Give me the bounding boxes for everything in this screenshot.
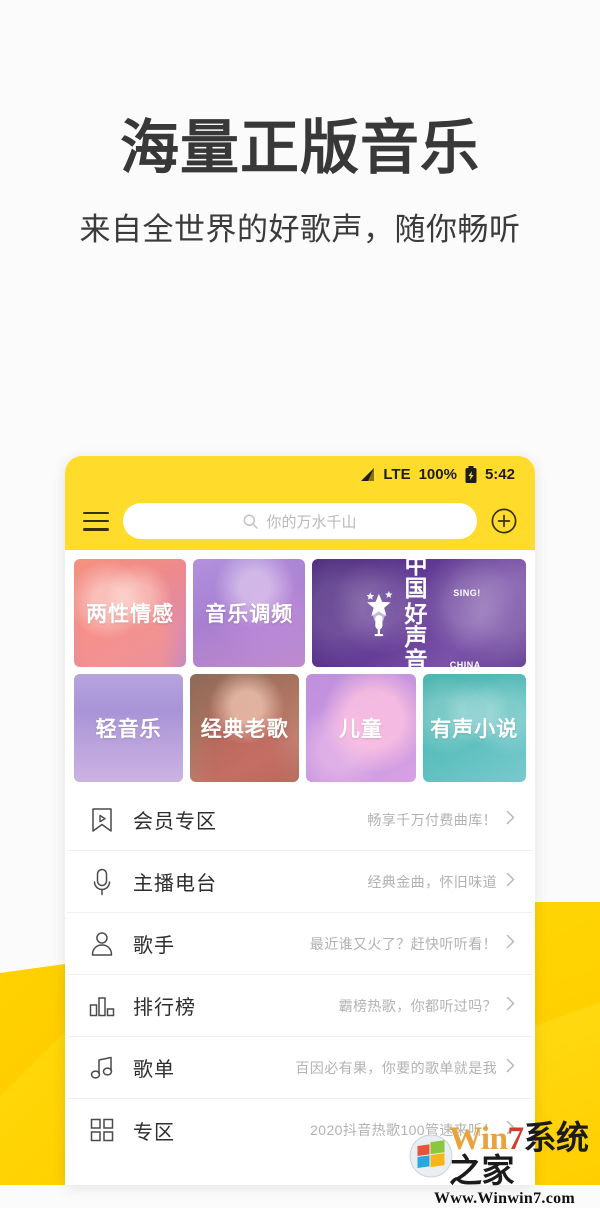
- list-item-desc: 最近谁又火了？赶快听听看！: [309, 935, 497, 952]
- music-note-icon: [87, 1053, 117, 1083]
- tile-label: 音乐调频: [205, 603, 294, 626]
- category-tile-audiobooks[interactable]: 有声小说: [422, 674, 526, 782]
- sing-logo-en-bottom: CHINA: [449, 660, 481, 668]
- bar-chart-icon: [87, 991, 117, 1021]
- category-tile-relationship[interactable]: 两性情感: [74, 559, 187, 667]
- clock-label: 5:42: [484, 465, 515, 483]
- decorative-shape-left: [0, 963, 72, 1185]
- sing-logo-en-top: SING!: [453, 588, 481, 598]
- list-item-label: 歌单: [133, 1059, 175, 1081]
- page-subtitle: 来自全世界的好歌声，随你畅听: [79, 212, 521, 248]
- hero-section: 海量正版音乐 来自全世界的好歌声，随你畅听: [0, 118, 600, 249]
- microphone-icon: [87, 867, 117, 897]
- list-item-desc: 经典金曲，怀旧味道: [367, 873, 497, 890]
- chevron-right-icon: [506, 1058, 515, 1078]
- watermark-brand-seven: 7: [507, 1121, 524, 1157]
- status-bar: LTE 100% 5:42: [65, 456, 535, 492]
- tile-label: 两性情感: [86, 603, 175, 626]
- list-item-label: 会员专区: [133, 811, 217, 833]
- category-tiles: 两性情感 音乐调频 中国 SING! 好声音 CHINA 轻音乐 经典老歌 儿童…: [65, 550, 535, 782]
- grid-icon: [87, 1115, 117, 1145]
- search-placeholder: 你的万水千山: [266, 513, 357, 531]
- list-item-charts[interactable]: 排行榜 霸榜热歌，你都听过吗？: [67, 975, 533, 1037]
- sing-china-logo-icon: 中国 SING! 好声音 CHINA: [358, 559, 481, 667]
- list-item-desc: 百因必有果，你要的歌单就是我: [295, 1059, 497, 1076]
- list-item-desc: 霸榜热歌，你都听过吗？: [338, 997, 497, 1014]
- watermark-url: Www.Winwin7.com: [433, 1190, 576, 1207]
- windows-logo-icon: [409, 1134, 453, 1178]
- sing-logo-cn-bottom: 好声音: [404, 601, 429, 668]
- list-item-singers[interactable]: 歌手 最近谁又火了？赶快听听看！: [67, 913, 533, 975]
- phone-mockup: LTE 100% 5:42 你的万水千山 两性情感 音乐调频 中国 SING! …: [65, 456, 535, 1185]
- nav-list: 会员专区 畅享千万付费曲库！ 主播电台 经典金曲，怀旧味道 歌手 最近谁又火了？…: [65, 789, 535, 1161]
- list-item-playlists[interactable]: 歌单 百因必有果，你要的歌单就是我: [67, 1037, 533, 1099]
- tile-label: 经典老歌: [200, 718, 289, 741]
- list-item-label: 歌手: [133, 935, 175, 957]
- list-item-label: 专区: [133, 1121, 175, 1144]
- bookmark-play-icon: [87, 805, 117, 835]
- chevron-right-icon: [506, 810, 515, 830]
- signal-bars-icon: [360, 467, 375, 481]
- battery-percent-label: 100%: [418, 465, 457, 483]
- category-tile-music-fm[interactable]: 音乐调频: [193, 559, 306, 667]
- chevron-right-icon: [506, 996, 515, 1016]
- chevron-right-icon: [506, 872, 515, 892]
- watermark-brand-win: Win: [449, 1121, 508, 1157]
- list-item-vip[interactable]: 会员专区 畅享千万付费曲库！: [67, 789, 533, 851]
- tile-label: 儿童: [338, 718, 383, 741]
- hamburger-menu-icon[interactable]: [83, 511, 109, 531]
- list-item-desc: 畅享千万付费曲库！: [367, 811, 497, 828]
- category-tile-light-music[interactable]: 轻音乐: [74, 674, 184, 782]
- search-input[interactable]: 你的万水千山: [123, 503, 477, 539]
- tile-label: 轻音乐: [95, 718, 162, 741]
- category-tile-sing-china-banner[interactable]: 中国 SING! 好声音 CHINA: [312, 559, 526, 667]
- sing-logo-cn-top: 中国: [404, 559, 429, 601]
- battery-charging-icon: [465, 465, 477, 483]
- category-tile-classic-songs[interactable]: 经典老歌: [190, 674, 300, 782]
- tile-label: 有声小说: [430, 718, 519, 741]
- watermark: Win7系统之家 Www.Winwin7.com: [409, 1123, 600, 1208]
- person-icon: [87, 929, 117, 959]
- list-item-label: 主播电台: [133, 873, 217, 895]
- tile-row-2: 轻音乐 经典老歌 儿童 有声小说: [74, 674, 526, 782]
- app-header: 你的万水千山: [65, 492, 535, 550]
- tile-row-1: 两性情感 音乐调频 中国 SING! 好声音 CHINA: [74, 559, 526, 667]
- plus-circle-icon[interactable]: [491, 508, 517, 534]
- list-item-radio[interactable]: 主播电台 经典金曲，怀旧味道: [67, 851, 533, 913]
- category-tile-kids[interactable]: 儿童: [306, 674, 416, 782]
- list-item-label: 排行榜: [133, 997, 196, 1019]
- search-icon: [244, 514, 259, 529]
- page-title: 海量正版音乐: [119, 115, 480, 181]
- chevron-right-icon: [506, 934, 515, 954]
- network-type-label: LTE: [383, 465, 411, 483]
